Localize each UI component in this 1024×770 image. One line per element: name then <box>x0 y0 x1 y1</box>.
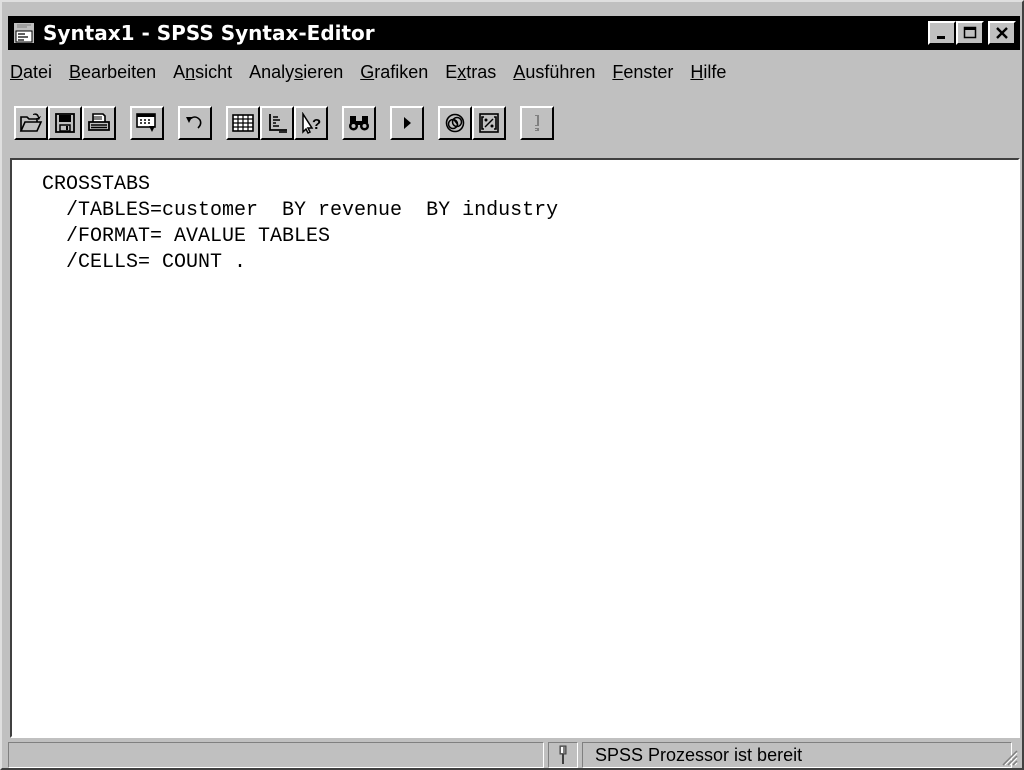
status-bar: SPSS Prozessor ist bereit <box>8 742 1020 768</box>
dialog-recall-button[interactable] <box>130 106 164 140</box>
syntax-editor-window: Syntax1 - SPSS Syntax-Editor Datei Bearb… <box>0 0 1024 770</box>
open-button[interactable] <box>14 106 48 140</box>
undo-icon <box>186 116 202 129</box>
menu-analysieren[interactable]: Analysieren <box>249 62 343 83</box>
code-line: CROSSTABS <box>42 173 151 196</box>
menu-fenster[interactable]: Fenster <box>612 62 673 83</box>
save-icon <box>55 113 75 133</box>
variables-button[interactable] <box>260 106 294 140</box>
run-icon <box>404 117 411 129</box>
undo-button[interactable] <box>178 106 212 140</box>
alert-icon <box>535 115 539 131</box>
title-bar[interactable]: Syntax1 - SPSS Syntax-Editor <box>8 16 1020 50</box>
help-button[interactable]: ? <box>294 106 328 140</box>
run-button[interactable] <box>390 106 424 140</box>
dialog-recall-icon <box>136 113 156 132</box>
print-button[interactable] <box>82 106 116 140</box>
close-button[interactable] <box>988 21 1016 45</box>
syntax-code[interactable]: CROSSTABS /TABLES=customer BY revenue BY… <box>42 172 558 276</box>
resize-grip-icon[interactable] <box>1000 748 1018 766</box>
code-line: /FORMAT= AVALUE TABLES <box>42 225 331 248</box>
status-message: SPSS Prozessor ist bereit <box>582 742 1012 768</box>
minimize-button[interactable] <box>928 21 956 45</box>
find-button[interactable] <box>342 106 376 140</box>
variables-icon <box>269 114 287 133</box>
status-panel-main <box>8 742 544 768</box>
goto-data-icon <box>232 114 254 132</box>
maximize-button[interactable] <box>956 21 984 45</box>
menu-ansicht[interactable]: Ansicht <box>173 62 232 83</box>
menu-hilfe[interactable]: Hilfe <box>690 62 726 83</box>
use-sets-icon <box>445 113 465 133</box>
save-button[interactable] <box>48 106 82 140</box>
find-icon <box>349 116 369 131</box>
svg-text:?: ? <box>312 116 321 133</box>
goto-data-button[interactable] <box>226 106 260 140</box>
menu-extras[interactable]: Extras <box>445 62 496 83</box>
menu-bar: Datei Bearbeiten Ansicht Analysieren Gra… <box>10 58 743 86</box>
maximize-icon <box>963 26 977 39</box>
alert-button[interactable] <box>520 106 554 140</box>
toolbar: ? <box>10 96 1020 150</box>
print-icon <box>88 113 110 131</box>
code-line: /CELLS= COUNT . <box>42 251 247 274</box>
use-sets-button[interactable] <box>438 106 472 140</box>
menu-ausfuehren[interactable]: Ausführen <box>513 62 595 83</box>
menu-datei[interactable]: Datei <box>10 62 52 83</box>
help-icon: ? <box>302 112 321 134</box>
spss-syntax-icon[interactable] <box>13 22 35 44</box>
menu-grafiken[interactable]: Grafiken <box>360 62 428 83</box>
menu-bearbeiten[interactable]: Bearbeiten <box>69 62 156 83</box>
code-line: /TABLES=customer BY revenue BY industry <box>42 199 559 222</box>
processor-icon <box>559 745 567 764</box>
window-title: Syntax1 - SPSS Syntax-Editor <box>43 21 375 45</box>
syntax-editor-area[interactable]: CROSSTABS /TABLES=customer BY revenue BY… <box>10 158 1020 738</box>
minimize-icon <box>937 36 945 39</box>
close-icon <box>996 27 1008 39</box>
open-icon <box>19 113 43 132</box>
designate-window-icon <box>479 113 499 133</box>
status-icon-panel <box>548 742 578 768</box>
designate-window-button[interactable] <box>472 106 506 140</box>
